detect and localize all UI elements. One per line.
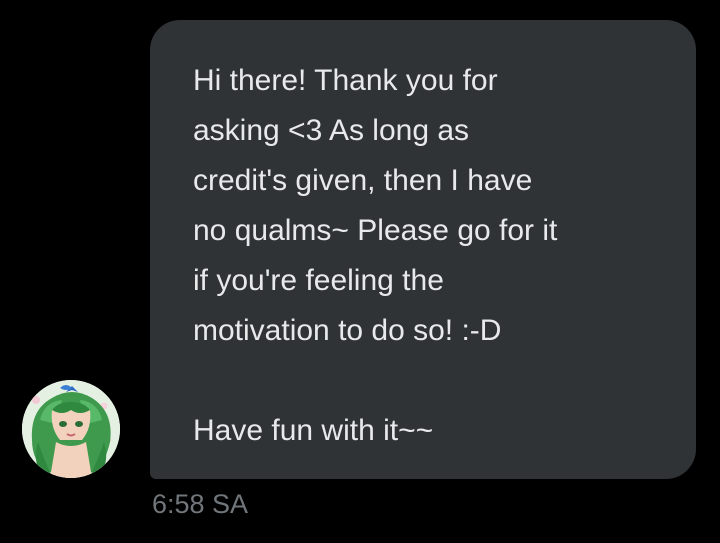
message-line: Hi there! Thank you for [193,64,498,97]
sender-avatar[interactable] [22,380,120,478]
message-line: asking <3 As long as [193,114,470,147]
message-bubble[interactable]: Hi there! Thank you for asking <3 As lon… [150,20,696,479]
avatar-illustration-icon [22,380,120,478]
message-line: if you're feeling the [193,264,444,297]
message-line: credit's given, then I have [193,164,533,197]
message-line: motivation to do so! :-D [193,314,502,347]
message-closing-line: Have fun with it~~ [193,414,434,447]
message-timestamp: 6:58 SA [152,489,249,519]
message-row: Hi there! Thank you for asking <3 As lon… [0,0,720,543]
message-line: no qualms~ Please go for it [193,214,558,247]
message-text: Hi there! Thank you for asking <3 As lon… [193,56,666,456]
